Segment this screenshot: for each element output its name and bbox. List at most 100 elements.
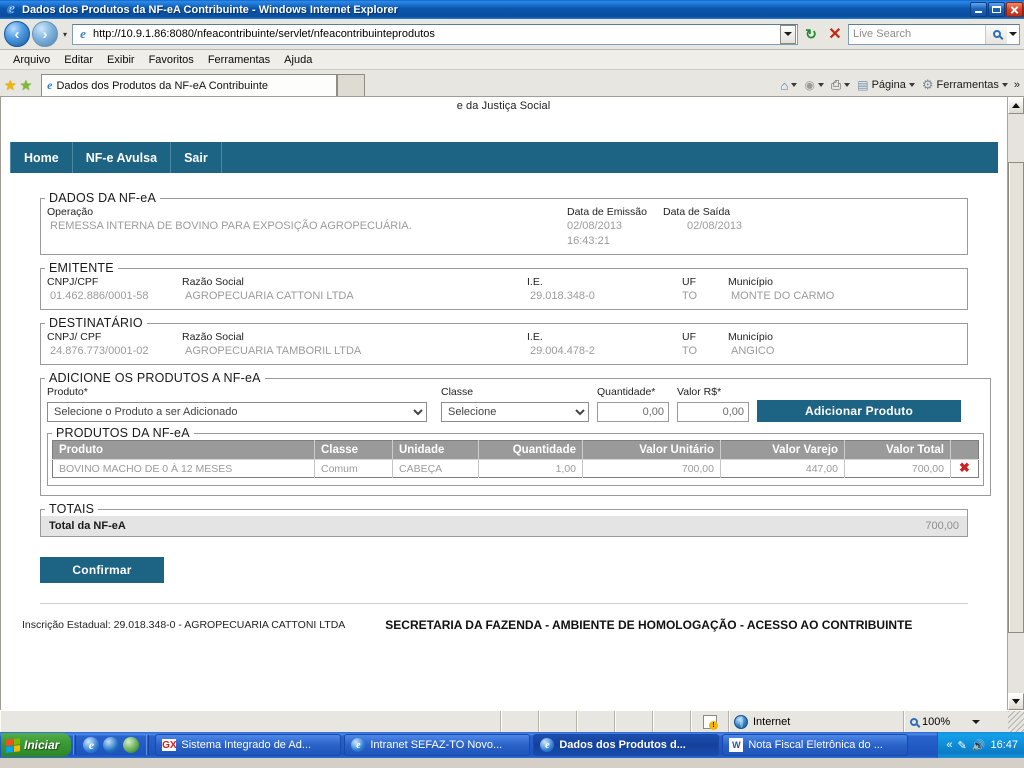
quicklaunch-internet-explorer-icon[interactable] [83, 737, 100, 753]
taskbar-clock[interactable]: 16:47 [990, 739, 1018, 751]
page-viewport: e da Justiça Social Home NF-e Avulsa Sai… [0, 97, 1024, 710]
page-menu-button[interactable]: ▤ Página [854, 78, 918, 92]
tray-expand-icon[interactable]: « [946, 739, 952, 751]
zoom-control[interactable]: 100% [904, 711, 1008, 732]
vertical-scrollbar[interactable] [1007, 97, 1024, 710]
nav-item-nfe-avulsa[interactable]: NF-e Avulsa [73, 142, 172, 173]
tray-pencil-icon[interactable]: ✎ [958, 739, 967, 752]
new-tab-button[interactable] [337, 74, 366, 96]
label-destinatario-cnpj: CNPJ/ CPF [47, 331, 102, 343]
quicklaunch-app2-icon[interactable] [103, 737, 120, 753]
globe-icon [734, 714, 748, 729]
forward-button[interactable]: › [32, 21, 58, 47]
history-dropdown-icon[interactable]: ▾ [60, 30, 70, 39]
quantidade-input[interactable] [597, 402, 669, 422]
home-button[interactable]: ⌂ [778, 78, 801, 93]
label-emitente-uf: UF [682, 276, 696, 288]
taskbar-item-dados-produtos[interactable]: e Dados dos Produtos d... [533, 734, 720, 756]
col-produto: Produto [52, 440, 315, 460]
label-data-saida: Data de Saída [663, 206, 731, 218]
value-data-emissao: 02/08/2013 16:43:21 [567, 220, 623, 247]
maximize-button[interactable] [988, 2, 1005, 17]
classe-select[interactable]: Selecione [441, 402, 589, 422]
close-button[interactable] [1006, 2, 1023, 17]
search-icon[interactable] [985, 24, 1007, 44]
quicklaunch-app3-icon[interactable] [123, 737, 140, 753]
menu-item-arquivo[interactable]: Arquivo [6, 52, 57, 68]
cell-valor-unitario: 700,00 [582, 459, 721, 478]
favorites-center-icon[interactable]: ★ [4, 78, 17, 92]
label-emitente-ie: I.E. [527, 276, 543, 288]
legend-totais: TOTAIS [49, 502, 95, 516]
scroll-track-upper[interactable] [1008, 114, 1024, 162]
fieldset-adicione-produtos: ADICIONE OS PRODUTOS A NF-eA Produto* Se… [40, 371, 991, 496]
scroll-down-button[interactable] [1008, 693, 1024, 710]
value-destinatario-cnpj: 24.876.773/0001-02 [50, 345, 149, 357]
footer-inscricao: Inscrição Estadual: 29.018.348-0 - AGROP… [22, 619, 346, 631]
col-valor-varejo: Valor Varejo [720, 440, 845, 460]
menu-item-editar[interactable]: Editar [57, 52, 100, 68]
taskbar-item-sistema-integrado[interactable]: GX Sistema Integrado de Ad... [155, 734, 342, 756]
zoom-dropdown-icon[interactable] [972, 719, 981, 724]
windows-logo-icon [6, 737, 20, 753]
feeds-button[interactable]: ◉ [801, 78, 826, 92]
fieldset-emitente: EMITENTE CNPJ/CPF Razão Social I.E. UF M… [40, 261, 968, 310]
delete-row-button[interactable]: ✖ [950, 459, 979, 478]
label-destinatario-uf: UF [682, 331, 696, 343]
taskbar-item-nota-fiscal[interactable]: W Nota Fiscal Eletrônica do ... [722, 734, 909, 756]
col-quantidade: Quantidade [478, 440, 583, 460]
security-zone-label: Internet [753, 715, 791, 728]
menu-item-exibir[interactable]: Exibir [100, 52, 142, 68]
start-button[interactable]: Iniciar [1, 733, 72, 757]
scrollbar-thumb[interactable] [1008, 162, 1024, 633]
total-value: 700,00 [925, 520, 959, 532]
valor-input[interactable] [677, 402, 749, 422]
search-provider-dropdown-icon[interactable] [1007, 32, 1019, 36]
status-cell-4 [615, 711, 653, 732]
cell-produto: BOVINO MACHO DE 0 À 12 MESES [52, 459, 315, 478]
add-favorite-icon[interactable]: ★ [20, 78, 33, 92]
label-data-emissao: Data de Emissão [567, 206, 647, 218]
produto-select[interactable]: Selecione o Produto a ser Adicionado [47, 402, 427, 422]
window-titlebar[interactable]: Dados dos Produtos da NF-eA Contribuinte… [0, 0, 1024, 19]
menu-item-ferramentas[interactable]: Ferramentas [201, 52, 277, 68]
scroll-up-button[interactable] [1008, 97, 1024, 114]
minimize-button[interactable] [970, 2, 987, 17]
search-input[interactable]: Live Search [848, 23, 1020, 45]
security-zone-indicator[interactable]: Internet [729, 711, 904, 732]
nav-item-sair[interactable]: Sair [171, 142, 222, 173]
nav-item-home[interactable]: Home [10, 142, 73, 173]
fieldset-destinatario: DESTINATÁRIO CNPJ/ CPF Razão Social I.E.… [40, 316, 968, 365]
address-dropdown-icon[interactable] [780, 24, 796, 44]
menu-item-favoritos[interactable]: Favoritos [142, 52, 201, 68]
command-overflow-icon[interactable]: » [1014, 79, 1020, 91]
cell-unidade: CABEÇA [392, 459, 479, 478]
legend-produtos-nfea: PRODUTOS DA NF-eA [56, 426, 190, 440]
print-button[interactable]: ⎙ [828, 77, 853, 93]
taskbar-window-list: GX Sistema Integrado de Ad... e Intranet… [151, 734, 935, 756]
address-bar[interactable]: e http://10.9.1.86:8080/nfeacontribuinte… [72, 23, 798, 45]
cell-valor-varejo: 447,00 [720, 459, 845, 478]
refresh-button[interactable]: ↻ [800, 23, 822, 45]
search-placeholder: Live Search [853, 28, 912, 40]
label-produto: Produto* [47, 386, 88, 398]
browser-tab-active[interactable]: e Dados dos Produtos da NF-eA Contribuin… [41, 74, 338, 96]
total-label: Total da NF-eA [49, 520, 126, 532]
zoom-magnifier-icon [910, 717, 918, 726]
taskbar-item-intranet-sefaz[interactable]: e Intranet SEFAZ-TO Novo... [344, 734, 531, 756]
stop-button[interactable]: ✕ [824, 23, 846, 45]
tools-menu-button[interactable]: ⚙ Ferramentas [919, 77, 1011, 93]
back-button[interactable]: ‹ [4, 21, 30, 47]
word-icon: W [729, 738, 744, 752]
cell-classe: Comum [314, 459, 393, 478]
fieldset-produtos-nfea: PRODUTOS DA NF-eA Produto Classe Unidade… [47, 426, 984, 486]
status-cell-5 [653, 711, 691, 732]
scroll-track-lower[interactable] [1008, 633, 1024, 693]
zoom-level-label: 100% [922, 715, 951, 728]
confirmar-button[interactable]: Confirmar [40, 557, 164, 583]
adicionar-produto-button[interactable]: Adicionar Produto [757, 400, 961, 422]
label-destinatario-municipio: Município [728, 331, 773, 343]
tray-volume-icon[interactable]: 🔊 [972, 739, 986, 752]
menu-item-ajuda[interactable]: Ajuda [277, 52, 319, 68]
resize-grip[interactable] [1008, 711, 1024, 732]
